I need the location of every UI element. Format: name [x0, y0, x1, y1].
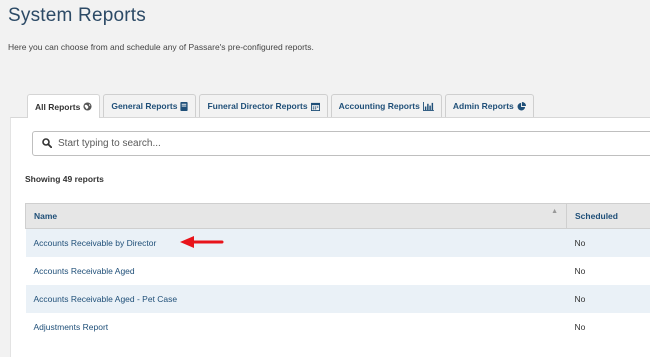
pie-chart-icon [517, 102, 526, 111]
report-link[interactable]: Accounts Receivable by Director [34, 238, 157, 248]
calendar-icon [311, 102, 320, 111]
table-row[interactable]: Accounts Receivable by Director No [26, 229, 650, 257]
tab-accounting-reports[interactable]: Accounting Reports [331, 94, 442, 117]
tab-all-reports[interactable]: All Reports [27, 94, 100, 118]
tab-label: General Reports [111, 101, 177, 111]
book-icon [180, 102, 188, 111]
tab-label: Funeral Director Reports [207, 101, 307, 111]
reports-table: Name ▲ Scheduled Accounts Receivable by … [25, 203, 650, 341]
page-subtitle: Here you can choose from and schedule an… [8, 42, 314, 52]
scheduled-value: No [575, 294, 586, 304]
table-row[interactable]: Accounts Receivable Aged - Pet Case No [26, 285, 650, 313]
report-link[interactable]: Adjustments Report [34, 322, 109, 332]
globe-icon [83, 102, 92, 111]
report-link[interactable]: Accounts Receivable Aged - Pet Case [34, 294, 178, 304]
table-row[interactable]: Adjustments Report No [26, 313, 650, 341]
results-count: Showing 49 reports [25, 174, 104, 184]
bar-chart-icon [423, 102, 434, 111]
tab-label: Accounting Reports [339, 101, 420, 111]
report-tabs: All Reports General Reports Funeral Dire… [27, 94, 534, 118]
column-header-name[interactable]: Name ▲ [26, 204, 567, 229]
tab-funeral-director-reports[interactable]: Funeral Director Reports [199, 94, 327, 117]
column-header-scheduled[interactable]: Scheduled [567, 204, 650, 229]
scheduled-value: No [575, 322, 586, 332]
annotation-arrow-icon [180, 236, 224, 248]
tab-label: Admin Reports [453, 101, 514, 111]
scheduled-value: No [575, 266, 586, 276]
table-row[interactable]: Accounts Receivable Aged No [26, 257, 650, 285]
search-icon [42, 135, 52, 153]
tab-general-reports[interactable]: General Reports [103, 94, 196, 117]
sort-up-icon[interactable]: ▲ [551, 208, 558, 215]
search-box [32, 131, 650, 156]
column-label: Name [34, 211, 57, 221]
page-title: System Reports [8, 5, 146, 27]
scheduled-value: No [575, 238, 586, 248]
tab-admin-reports[interactable]: Admin Reports [445, 94, 534, 117]
table-header-row: Name ▲ Scheduled [26, 204, 650, 229]
report-link[interactable]: Accounts Receivable Aged [34, 266, 135, 276]
tab-label: All Reports [35, 102, 80, 112]
column-label: Scheduled [575, 211, 618, 221]
search-input[interactable] [58, 138, 618, 149]
